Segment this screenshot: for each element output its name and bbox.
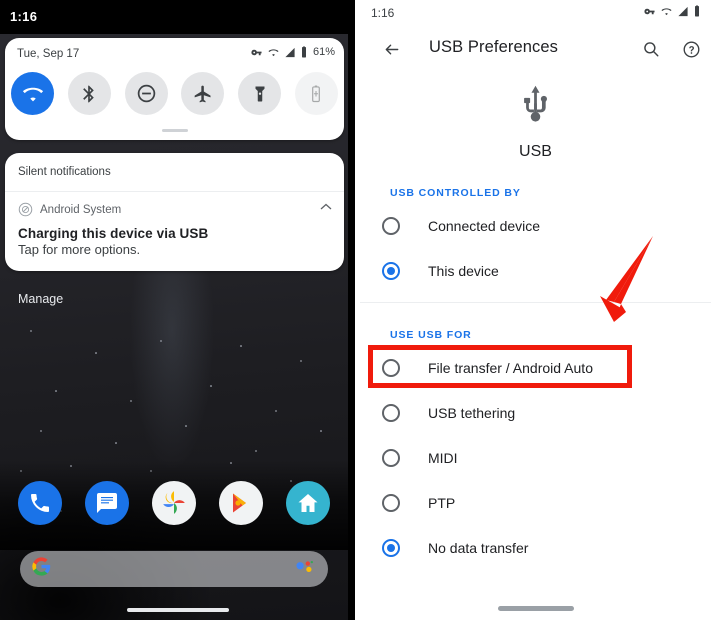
quick-settings-tiles: [11, 72, 338, 115]
radio-button[interactable]: [382, 493, 400, 512]
section-divider: [360, 302, 711, 303]
option-label: Connected device: [428, 217, 541, 234]
option-connected-device[interactable]: Connected device: [360, 203, 711, 248]
google-assistant-icon[interactable]: [295, 559, 314, 579]
usb-icon: [524, 85, 547, 122]
quick-settings-date: Tue, Sep 17: [17, 48, 80, 60]
search-button[interactable]: [638, 36, 664, 62]
option-midi[interactable]: MIDI: [360, 435, 711, 480]
home-dock: [6, 481, 342, 525]
battery-saver-icon: [312, 85, 321, 102]
quick-settings-panel[interactable]: Tue, Sep 17 61%: [5, 38, 344, 140]
section-title: USE USB FOR: [390, 329, 472, 341]
section-use-usb-for: USE USB FOR File transfer / Android Auto…: [360, 325, 711, 570]
radio-button[interactable]: [382, 358, 400, 377]
flashlight-tile[interactable]: [238, 72, 282, 115]
vpn-key-icon: [644, 8, 655, 14]
quick-settings-status-icons: 61%: [250, 46, 335, 58]
back-button[interactable]: [379, 36, 405, 62]
wifi-icon: [22, 87, 43, 101]
search-icon: [644, 42, 659, 57]
battery-saver-tile[interactable]: [294, 72, 338, 115]
option-ptp[interactable]: PTP: [360, 480, 711, 525]
battery-icon: [695, 5, 699, 17]
option-this-device[interactable]: This device: [360, 248, 711, 293]
quick-settings-drag-handle[interactable]: [161, 129, 188, 132]
notification-app-name: Android System: [40, 203, 122, 216]
option-label: USB tethering: [428, 404, 516, 421]
right-status-icons: [643, 5, 701, 17]
wifi-icon: [661, 7, 672, 15]
option-label: MIDI: [428, 449, 458, 466]
help-button[interactable]: [678, 36, 704, 62]
chevron-up-icon[interactable]: [320, 202, 332, 214]
option-no-data-transfer[interactable]: No data transfer: [360, 525, 711, 570]
do-not-disturb-tile[interactable]: [124, 72, 168, 115]
play-store-app-icon[interactable]: [219, 481, 264, 525]
notification-card[interactable]: Android System Charging this device via …: [5, 192, 344, 271]
usb-hero-label: USB: [519, 143, 552, 160]
bluetooth-tile[interactable]: [67, 72, 111, 115]
airplane-mode-tile[interactable]: [181, 72, 225, 115]
left-status-clock: 1:16: [10, 9, 38, 24]
do-not-disturb-icon: [137, 84, 155, 103]
page-title: USB Preferences: [429, 38, 558, 56]
airplane-icon: [194, 85, 211, 102]
screenshot-root: 1:16 Tue, Sep 17 61% Silent notification…: [0, 0, 711, 620]
wifi-icon: [268, 48, 279, 56]
messages-app-icon[interactable]: [84, 481, 129, 525]
right-gesture-nav-pill[interactable]: [497, 606, 574, 611]
photos-app-icon[interactable]: [151, 481, 196, 525]
cell-signal-icon: [285, 47, 295, 57]
section-title: USB CONTROLLED BY: [390, 187, 521, 199]
notification-title: Charging this device via USB: [18, 226, 209, 241]
bluetooth-icon: [83, 85, 95, 102]
home-app-icon[interactable]: [286, 481, 331, 525]
wifi-tile[interactable]: [11, 72, 54, 115]
left-status-bar: 1:16: [0, 0, 355, 34]
option-label: PTP: [428, 494, 456, 511]
app-bar: USB Preferences: [360, 26, 711, 72]
notification-app-row: Android System: [18, 202, 331, 217]
battery-percent-label: 61%: [312, 46, 335, 58]
manage-notifications-button[interactable]: Manage: [18, 292, 63, 306]
google-logo-icon: [32, 557, 51, 581]
help-circle-icon: [683, 41, 699, 57]
radio-button[interactable]: [382, 448, 400, 467]
left-gesture-nav-pill[interactable]: [126, 608, 229, 612]
flashlight-icon: [255, 86, 265, 101]
silent-notifications-header: Silent notifications: [5, 153, 344, 192]
notification-shade: Silent notifications Android System Char…: [5, 153, 344, 271]
option-file-transfer-android-auto[interactable]: File transfer / Android Auto: [360, 345, 711, 390]
right-status-clock: 1:16: [371, 6, 395, 20]
radio-button[interactable]: [382, 216, 400, 235]
option-label: File transfer / Android Auto: [428, 359, 593, 376]
usb-preferences-panel: 1:16 USB Preferences USB USB CONTROLLED …: [360, 0, 711, 620]
notification-subtitle: Tap for more options.: [18, 242, 141, 257]
radio-button-selected[interactable]: [382, 261, 400, 280]
option-label: No data transfer: [428, 539, 529, 556]
phone-app-icon[interactable]: [17, 481, 62, 525]
radio-button-selected[interactable]: [382, 538, 400, 557]
vpn-key-icon: [251, 49, 262, 55]
battery-icon: [301, 46, 306, 58]
option-label: This device: [428, 262, 499, 279]
back-arrow-icon: [385, 44, 399, 54]
radio-button[interactable]: [382, 403, 400, 422]
cell-signal-icon: [678, 6, 688, 16]
left-phone-panel: 1:16 Tue, Sep 17 61% Silent notification…: [0, 0, 355, 620]
usb-hero: USB: [360, 72, 711, 161]
option-usb-tethering[interactable]: USB tethering: [360, 390, 711, 435]
right-status-bar: 1:16: [360, 0, 711, 26]
android-system-icon: [18, 202, 33, 217]
google-search-bar[interactable]: [20, 551, 328, 587]
section-usb-controlled-by: USB CONTROLLED BY Connected device This …: [360, 183, 711, 303]
